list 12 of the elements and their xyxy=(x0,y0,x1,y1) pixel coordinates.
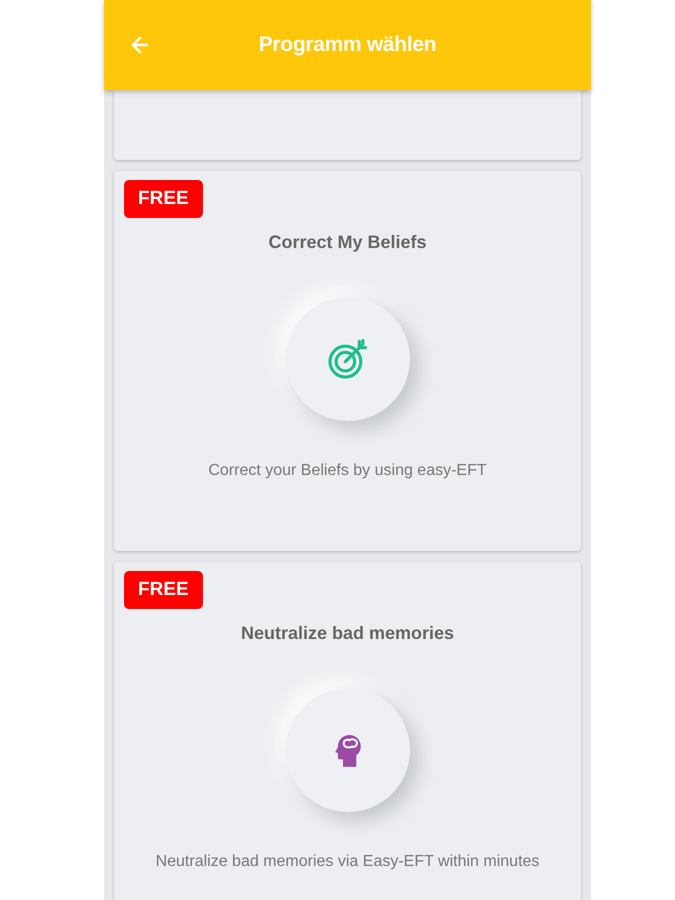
program-title: Neutralize bad memories xyxy=(240,622,454,644)
head-brain-icon xyxy=(332,732,362,768)
free-badge: FREE xyxy=(124,180,203,218)
program-description: Neutralize bad memories via Easy-EFT within minutes xyxy=(154,852,540,872)
program-card[interactable]: FREE Correct My Beliefs Correct your Beliefs by using easy-EFT xyxy=(114,171,581,551)
program-description: Correct your Beliefs by using easy-EFT xyxy=(207,461,488,481)
program-card[interactable] xyxy=(114,90,581,160)
target-icon xyxy=(326,338,368,380)
free-badge: FREE xyxy=(124,571,203,609)
screen-title: Programm wählen xyxy=(258,32,436,58)
program-title: Correct My Beliefs xyxy=(268,231,427,253)
program-card[interactable]: FREE Neutralize bad memories Neutralize bad memories via Easy-EFT within minutes xyxy=(114,562,581,900)
